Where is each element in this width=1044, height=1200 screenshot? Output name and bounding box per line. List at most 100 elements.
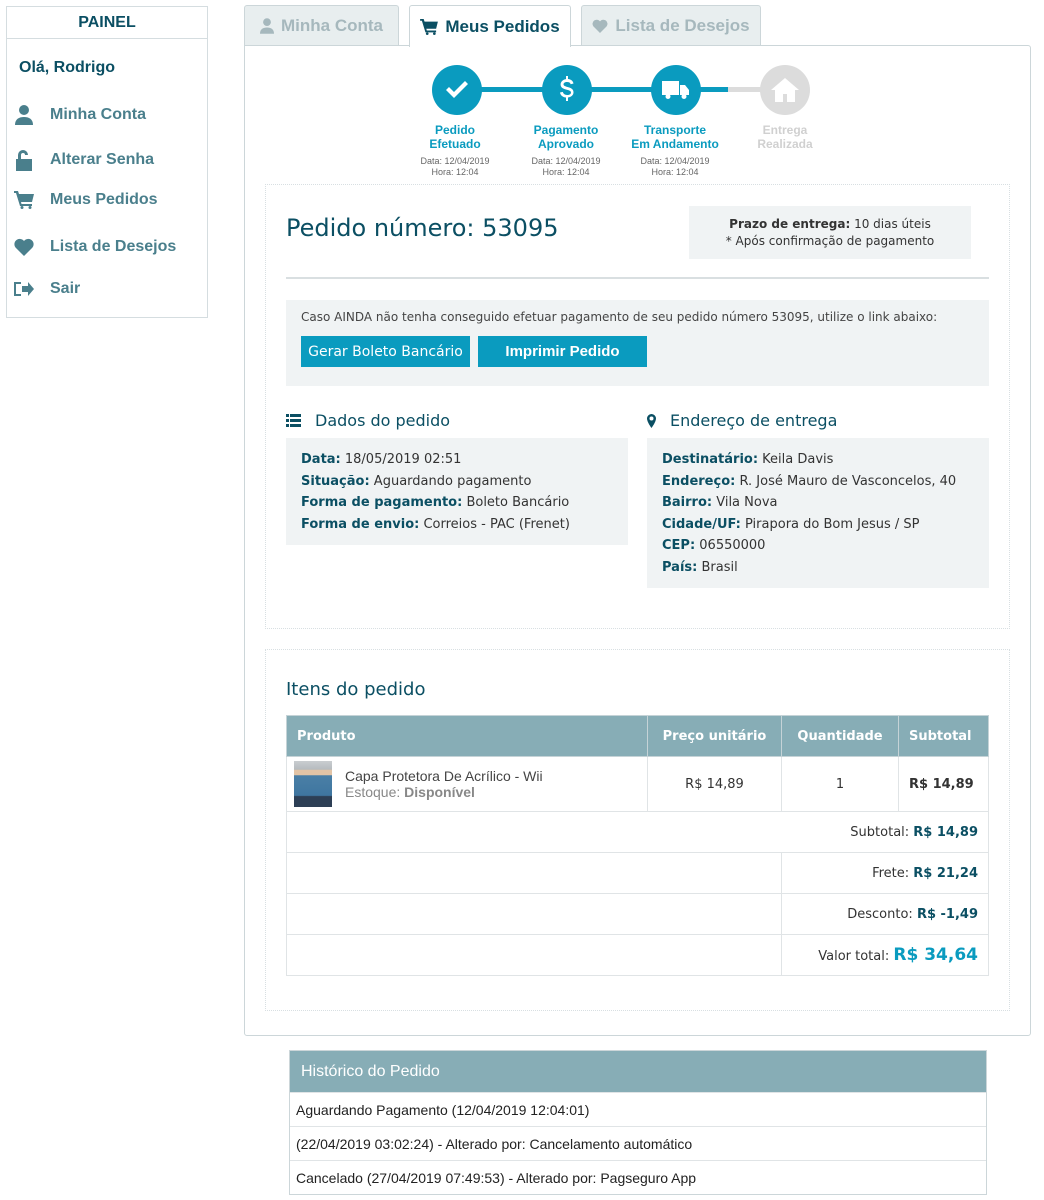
row-subtotal: R$ 14,89	[898, 756, 989, 812]
step-time: Hora: 12:04	[542, 167, 590, 177]
heart-icon	[592, 19, 608, 33]
sidebar-item-alterar-senha[interactable]: Alterar Senha	[12, 147, 154, 173]
user-icon	[12, 103, 36, 127]
sidebar-item-label: Sair	[50, 280, 81, 297]
table-header-row: Produto Preço unitário Quantidade Subtot…	[286, 715, 989, 757]
address-value: Vila Nova	[712, 495, 778, 510]
column-header: Quantidade	[781, 715, 899, 757]
history-row: Aguardando Pagamento (12/04/2019 12:04:0…	[290, 1092, 986, 1126]
address-heading: Endereço de entrega	[647, 411, 837, 430]
product-stock: Estoque: Disponível	[345, 784, 543, 800]
unit-price: R$ 14,89	[647, 756, 782, 812]
payment-notice: Caso AINDA não tenha conseguido efetuar …	[301, 310, 938, 324]
sidebar-item-label: Meus Pedidos	[50, 191, 158, 208]
sidebar-item-sair[interactable]: Sair	[12, 276, 80, 302]
truck-icon	[662, 81, 689, 99]
address-key: Endereço:	[662, 473, 736, 489]
items-table: Produto Preço unitário Quantidade Subtot…	[286, 715, 989, 976]
stock-label: Estoque:	[345, 784, 401, 800]
step-time: Hora: 12:04	[431, 167, 479, 177]
stock-value: Disponível	[404, 784, 475, 800]
summary-row: Subtotal: R$ 14,89	[286, 811, 989, 853]
address-row: Bairro: Vila Nova	[662, 492, 974, 514]
step-circle	[760, 65, 810, 115]
summary-row: Desconto: R$ -1,49	[286, 893, 989, 935]
print-order-button[interactable]: Imprimir Pedido	[478, 336, 647, 367]
address-value: Brasil	[697, 559, 738, 575]
column-header: Preço unitário	[647, 715, 782, 757]
summary-row: Frete: R$ 21,24	[286, 852, 989, 894]
sidebar-item-label: Alterar Senha	[50, 151, 155, 168]
total-label: Valor total:	[818, 949, 890, 964]
sidebar-item-minha-conta[interactable]: Minha Conta	[12, 102, 146, 128]
summary-cell: Frete: R$ 21,24	[781, 852, 989, 894]
summary-label: Frete:	[872, 865, 910, 881]
address-key: Destinatário:	[662, 452, 759, 467]
detail-key: Forma de pagamento:	[301, 495, 463, 510]
delivery-note: * Após confirmação de pagamento	[725, 234, 935, 248]
detail-row: Data: 18/05/2019 02:51	[301, 449, 613, 471]
list-icon	[286, 414, 301, 427]
check-icon	[446, 81, 468, 98]
sign-out-icon	[12, 277, 36, 301]
column-header: Produto	[286, 715, 648, 757]
sidebar-title: PAINEL	[7, 7, 207, 39]
address-row: CEP: 06550000	[662, 535, 974, 557]
step-label: Entrega Realizada	[757, 123, 813, 151]
payment-notice-box: Caso AINDA não tenha conseguido efetuar …	[286, 300, 989, 386]
empty-cell	[286, 852, 782, 894]
total-value: R$ 34,64	[893, 945, 978, 965]
step-date: Data: 12/04/2019	[531, 156, 601, 166]
order-history: Histórico do Pedido Aguardando Pagamento…	[289, 1050, 987, 1195]
detail-value: Aguardando pagamento	[369, 473, 532, 489]
address-value: Pirapora do Bom Jesus / SP	[740, 516, 920, 532]
step-time: Hora: 12:04	[651, 167, 699, 177]
address-key: País:	[662, 559, 698, 575]
step-meta: Data: 12/04/2019 Hora: 12:04	[615, 156, 735, 178]
address-key: Cidade/UF:	[662, 516, 741, 532]
history-row: Cancelado (27/04/2019 07:49:53) - Altera…	[290, 1160, 986, 1194]
step-label: Transporte Em Andamento	[631, 123, 719, 151]
summary-label: Subtotal:	[850, 824, 910, 840]
product-name[interactable]: Capa Protetora De Acrílico - Wii	[345, 768, 543, 784]
unlock-icon	[12, 148, 36, 172]
address-value: 06550000	[695, 538, 766, 553]
tab-meus-pedidos[interactable]: Meus Pedidos	[409, 5, 571, 47]
section-title: Dados do pedido	[315, 411, 451, 430]
user-icon	[260, 18, 274, 34]
boleto-button[interactable]: Gerar Boleto Bancário	[301, 336, 470, 367]
quantity: 1	[781, 756, 899, 812]
table-row: Capa Protetora De Acrílico - Wii Estoque…	[286, 756, 989, 812]
step-label: Pagamento Aprovado	[533, 123, 599, 151]
cart-icon	[420, 18, 439, 35]
sidebar-item-lista-desejos[interactable]: Lista de Desejos	[12, 234, 176, 260]
section-title: Endereço de entrega	[670, 411, 838, 430]
address-key: Bairro:	[662, 495, 713, 510]
summary-cell: Subtotal: R$ 14,89	[286, 811, 989, 853]
greeting: Olá, Rodrigo	[19, 59, 115, 76]
step-circle	[432, 65, 482, 115]
divider	[286, 277, 989, 279]
detail-key: Forma de envio:	[301, 516, 420, 532]
sidebar-item-label: Minha Conta	[50, 106, 146, 123]
delivery-value: 10 dias úteis	[850, 217, 931, 231]
detail-row: Situação: Aguardando pagamento	[301, 471, 613, 493]
step-meta: Data: 12/04/2019 Hora: 12:04	[395, 156, 515, 178]
heart-icon	[12, 235, 36, 259]
items-title: Itens do pedido	[286, 679, 426, 700]
empty-cell	[286, 934, 782, 976]
detail-value: 18/05/2019 02:51	[340, 452, 462, 467]
detail-row: Forma de pagamento: Boleto Bancário	[301, 492, 613, 514]
summary-value: R$ 14,89	[913, 824, 978, 840]
detail-key: Data:	[301, 452, 341, 467]
total-cell: Valor total: R$ 34,64	[781, 934, 989, 976]
address-row: Endereço: R. José Mauro de Vasconcelos, …	[662, 471, 974, 493]
tab-minha-conta[interactable]: Minha Conta	[244, 5, 399, 46]
sidebar-item-meus-pedidos[interactable]: Meus Pedidos	[12, 187, 158, 213]
dollar-icon	[560, 76, 574, 101]
cart-icon	[12, 188, 36, 212]
tab-lista-desejos[interactable]: Lista de Desejos	[581, 5, 761, 46]
tab-label: Meus Pedidos	[445, 16, 560, 36]
product-thumbnail[interactable]	[294, 761, 332, 807]
address-key: CEP:	[662, 538, 696, 553]
